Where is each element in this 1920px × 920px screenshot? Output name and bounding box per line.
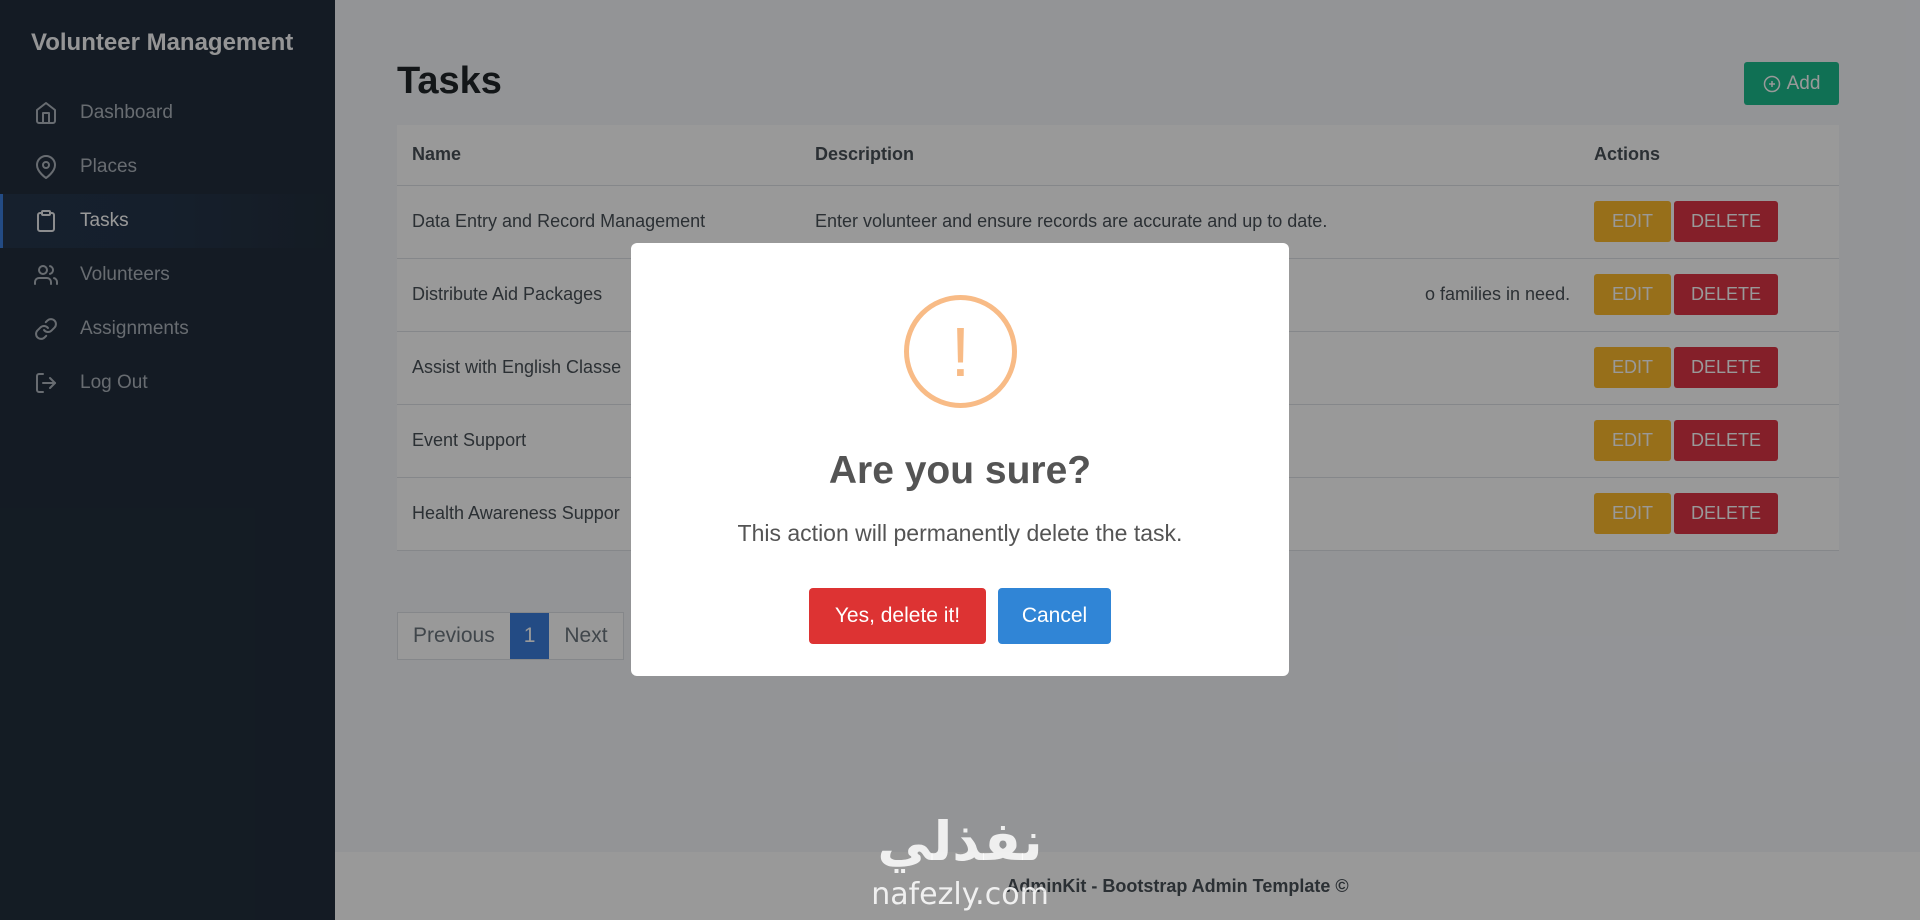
confirm-delete-dialog: ! Are you sure? This action will permane… (631, 243, 1289, 676)
watermark-arabic: نفذلي (877, 810, 1042, 873)
watermark-logo: نفذلي nafezly.com (850, 808, 1070, 913)
warning-icon: ! (904, 295, 1017, 408)
dialog-message: This action will permanently delete the … (737, 520, 1183, 546)
watermark-latin: nafezly.com (871, 877, 1049, 912)
confirm-delete-button[interactable]: Yes, delete it! (809, 588, 986, 644)
warning-glyph: ! (950, 312, 971, 391)
dialog-title: Are you sure? (828, 449, 1092, 492)
cancel-button[interactable]: Cancel (998, 588, 1111, 644)
